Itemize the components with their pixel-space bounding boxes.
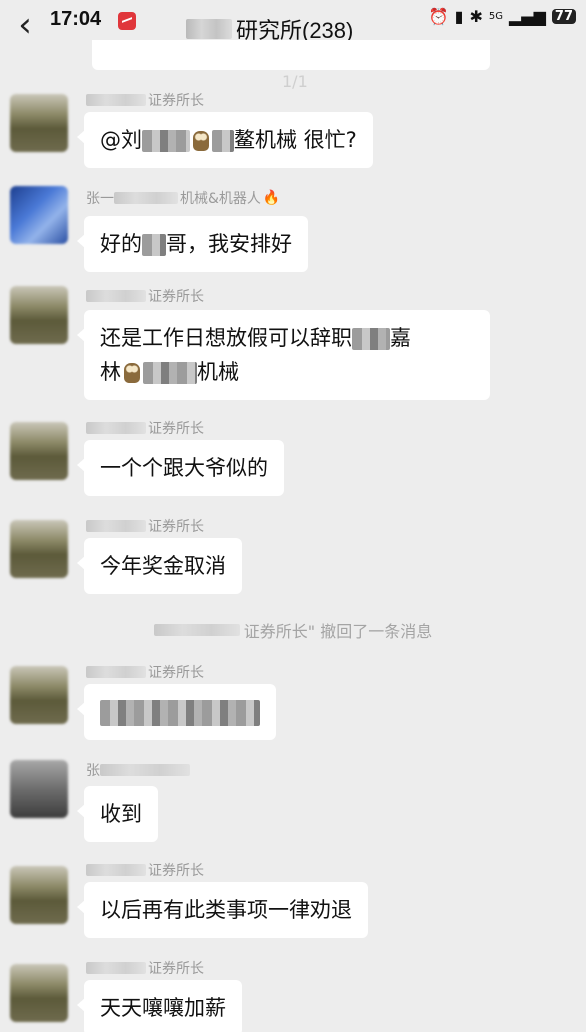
fire-emoji-icon: 🔥 [262,190,281,206]
message-bubble[interactable]: @刘 鳌机械 很忙? [77,112,373,168]
page-indicator: 1/1 [282,72,308,91]
redacted-name [86,520,146,532]
redacted-text [212,130,234,152]
avatar[interactable] [10,760,68,818]
redacted-name [86,864,146,876]
redacted-name [86,290,146,302]
status-time: 17:04 [50,8,102,30]
message-bubble[interactable]: 天天嚷嚷加薪 [77,980,242,1032]
redacted-name [153,624,240,636]
redacted-text [142,234,166,256]
avatar[interactable] [10,94,68,152]
avatar[interactable] [10,866,68,924]
redacted-text [142,130,190,152]
avatar[interactable] [10,422,68,480]
signal-icon: ▂▄▆ [508,7,546,26]
back-arrow-icon[interactable]: ‹ [10,8,40,42]
redacted-name [86,94,146,106]
redacted-name [86,422,146,434]
alarm-icon: ⏰ [428,7,449,26]
redacted-text [100,700,260,726]
redacted-name [100,764,190,776]
message-bubble[interactable]: 好的 哥，我安排好 [77,216,308,272]
avatar[interactable] [10,666,68,724]
message-bubble[interactable] [77,684,276,740]
battery-icon: 77 [551,9,576,24]
redacted-name [86,666,146,678]
sender-name: 证券所长 [86,662,204,682]
vibrate-icon: ▮ [454,7,464,26]
network-label: 5G [488,11,503,22]
message-bubble[interactable]: 以后再有此类事项一律劝退 [77,882,368,938]
sender-name: 证券所长 [86,516,204,536]
owl-emoji-icon [193,131,209,151]
redacted-name [86,962,146,974]
sender-name: 证券所长 [86,418,204,438]
message-bubble[interactable]: 收到 [77,786,158,842]
sender-name: 张 [86,760,192,780]
bluetooth-icon: ✱ [469,7,483,26]
avatar[interactable] [10,520,68,578]
previous-message-bubble [92,40,490,70]
redacted-text [143,362,197,384]
message-bubble[interactable]: 一个个跟大爷似的 [77,440,284,496]
message-bubble[interactable]: 今年奖金取消 [77,538,242,594]
sender-name: 证券所长 [86,90,204,110]
message-bubble[interactable]: 还是工作日想放假可以辞职嘉 林机械 [77,310,490,400]
avatar[interactable] [10,286,68,344]
sender-name: 证券所长 [86,958,204,978]
avatar[interactable] [10,186,68,244]
system-recall-notice: 证券所长" 撤回了一条消息 [0,618,586,642]
sender-name: 证券所长 [86,860,204,880]
avatar[interactable] [10,964,68,1022]
sender-name: 张一 机械&机器人 🔥 [86,190,281,207]
owl-emoji-icon [124,363,140,383]
sender-name: 证券所长 [86,286,204,306]
redacted-name [186,19,232,39]
redacted-name [114,192,178,204]
system-status-icons: ⏰ ▮ ✱ 5G ▂▄▆ 77 [429,7,576,26]
redacted-text [352,328,390,350]
app-notification-icon [118,12,136,30]
